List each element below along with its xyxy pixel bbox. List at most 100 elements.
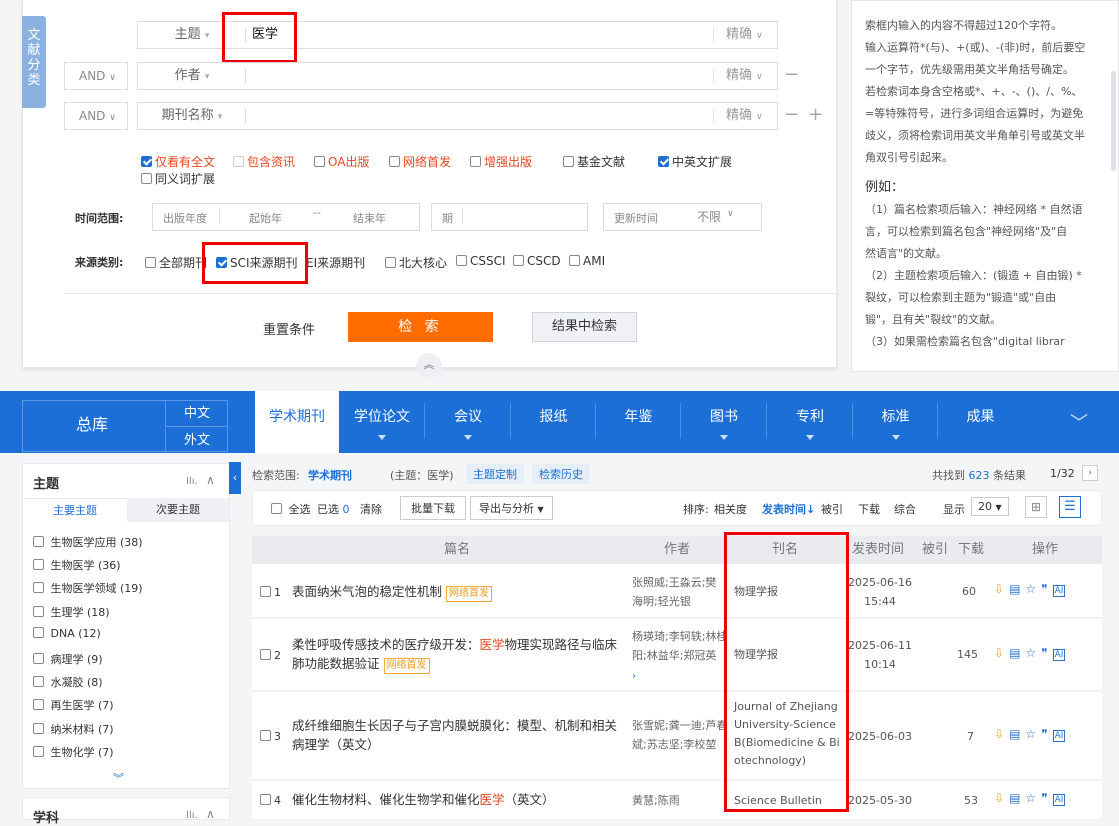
checkbox[interactable] (456, 255, 467, 266)
download-icon[interactable]: ⇩ (994, 791, 1009, 805)
tab-secondary-topic[interactable]: 次要主题 (127, 498, 229, 522)
batch-download-button[interactable]: 批量下载 (400, 496, 466, 520)
checkbox[interactable] (33, 627, 44, 638)
option-zh-en[interactable]: 中英文扩展 (658, 153, 732, 170)
facet-item[interactable]: 纳米材料 (7) (33, 721, 114, 737)
row-select[interactable]: 3 (260, 727, 281, 746)
checkbox[interactable] (470, 156, 481, 167)
row-title[interactable]: 柔性呼吸传感技术的医疗级开发：医学物理实现路径与临床肺功能数据验证 网络首发 (292, 635, 624, 674)
chart-icon[interactable]: Ilı. (186, 810, 198, 821)
field-type-select[interactable]: 作者 ▾ (138, 63, 246, 90)
ai-icon[interactable]: AI (1052, 585, 1066, 597)
checkbox[interactable] (260, 794, 271, 805)
collapse-left-icon[interactable]: ‹ (229, 462, 241, 494)
source-cssci[interactable]: CSSCI (456, 254, 506, 268)
lang-zh[interactable]: 中文 (165, 401, 228, 427)
checkbox[interactable] (569, 255, 580, 266)
sort-cite[interactable]: 被引 (821, 501, 843, 517)
next-page-icon[interactable]: › (1082, 465, 1098, 481)
option-fulltext[interactable]: 仅看有全文 (141, 153, 215, 170)
checkbox[interactable] (33, 653, 44, 664)
search-history-button[interactable]: 检索历史 (532, 464, 590, 484)
row-authors[interactable]: 张照威;王淼云;樊海明;轻光银 (632, 573, 726, 611)
read-icon[interactable]: ▤ (1009, 727, 1025, 741)
sort-pubtime[interactable]: 发表时间↓ (762, 501, 815, 517)
zongku-tab[interactable]: 总库 (76, 411, 108, 435)
match-mode-select[interactable]: 精确 ∨ (713, 108, 777, 124)
row-authors[interactable]: 黄慧;陈雨 (632, 791, 680, 810)
search-field-journal[interactable]: 期刊名称 ▾ 精确 ∨ (137, 102, 778, 130)
field-type-select[interactable]: 期刊名称 ▾ (138, 103, 246, 130)
checkbox[interactable] (33, 559, 44, 570)
checkbox[interactable] (33, 676, 44, 687)
topic-custom-button[interactable]: 主题定制 (466, 464, 524, 484)
checkbox[interactable] (658, 156, 669, 167)
source-all[interactable]: 全部期刊 (145, 254, 207, 271)
checkbox[interactable] (33, 746, 44, 757)
search-field-author[interactable]: 作者 ▾ 精确 ∨ (137, 62, 778, 90)
source-pku[interactable]: 北大核心 (385, 254, 447, 271)
update-time-select[interactable]: 更新时间 不限 ∨ (603, 203, 762, 231)
tab-thesis[interactable]: 学位论文 (339, 391, 425, 453)
export-analysis-button[interactable]: 导出与分析 ▼ (470, 496, 553, 520)
facet-item[interactable]: 生物化学 (7) (33, 744, 114, 760)
option-synonym[interactable]: 同义词扩展 (141, 170, 215, 187)
checkbox[interactable] (260, 649, 271, 660)
facet-item[interactable]: 再生医学 (7) (33, 697, 114, 713)
cite-icon[interactable]: ❞ (1041, 791, 1052, 805)
chart-icon[interactable]: Ilı. (186, 476, 198, 487)
logic-select-2[interactable]: AND ∨ (64, 62, 128, 90)
ai-icon[interactable]: AI (1052, 730, 1066, 742)
tab-journal[interactable]: 学术期刊 (255, 391, 339, 453)
row-select[interactable]: 2 (260, 646, 281, 665)
checkbox[interactable] (33, 582, 44, 593)
row-select[interactable]: 1 (260, 583, 281, 602)
option-oa[interactable]: OA出版 (314, 153, 369, 170)
list-view-icon[interactable]: ☰ (1059, 496, 1081, 518)
expand-down-icon[interactable]: ﹀ (1070, 409, 1088, 435)
end-year-input[interactable]: 结束年 (353, 210, 386, 226)
tab-standard[interactable]: 标准 (853, 391, 938, 453)
per-page-select[interactable]: 20 ▼ (971, 497, 1009, 516)
sort-download[interactable]: 下载 (858, 501, 880, 517)
chevron-up-icon[interactable]: ∧ (206, 473, 215, 487)
checkbox[interactable] (33, 536, 44, 547)
favorite-icon[interactable]: ☆ (1025, 727, 1041, 741)
checkbox[interactable] (513, 255, 524, 266)
source-ami[interactable]: AMI (569, 254, 605, 268)
read-icon[interactable]: ▤ (1009, 582, 1025, 596)
sort-relevance[interactable]: 相关度 (714, 501, 747, 517)
checkbox[interactable] (33, 606, 44, 617)
checkbox[interactable] (260, 730, 271, 741)
match-mode-select[interactable]: 精确 ∨ (713, 68, 777, 84)
checkbox[interactable] (141, 173, 152, 184)
source-ei[interactable]: EI来源期刊 (306, 254, 365, 271)
tab-conference[interactable]: 会议 (425, 391, 511, 453)
plus-icon[interactable]: + (808, 106, 823, 124)
grid-view-icon[interactable]: ⊞ (1025, 496, 1047, 518)
reset-button[interactable]: 重置条件 (263, 319, 315, 338)
option-enhanced[interactable]: 增强出版 (470, 153, 532, 170)
row-title[interactable]: 成纤维细胞生长因子与子宫内膜蜕膜化：模型、机制和相关病理学（英文） (292, 716, 624, 754)
select-all[interactable]: 全选 (271, 501, 311, 517)
expand-authors-icon[interactable]: › (632, 667, 636, 686)
minus-icon[interactable]: − (784, 106, 799, 124)
checkbox[interactable] (385, 257, 396, 268)
option-fund[interactable]: 基金文献 (563, 153, 625, 170)
facet-item[interactable]: 生物医学 (36) (33, 557, 121, 573)
source-cscd[interactable]: CSCD (513, 254, 561, 268)
cite-icon[interactable]: ❞ (1041, 727, 1052, 741)
download-icon[interactable]: ⇩ (994, 582, 1009, 596)
tab-primary-topic[interactable]: 主要主题 (23, 498, 127, 522)
logic-select-3[interactable]: AND ∨ (64, 102, 128, 130)
checkbox[interactable] (145, 257, 156, 268)
read-icon[interactable]: ▤ (1009, 646, 1025, 660)
favorite-icon[interactable]: ☆ (1025, 646, 1041, 660)
download-icon[interactable]: ⇩ (994, 727, 1009, 741)
ai-icon[interactable]: AI (1052, 794, 1066, 806)
row-title[interactable]: 催化生物材料、催化生物学和催化医学（英文） (292, 790, 624, 809)
favorite-icon[interactable]: ☆ (1025, 791, 1041, 805)
match-mode-select[interactable]: 精确 ∨ (713, 27, 777, 43)
option-news[interactable]: 包含资讯 (233, 153, 295, 170)
favorite-icon[interactable]: ☆ (1025, 582, 1041, 596)
